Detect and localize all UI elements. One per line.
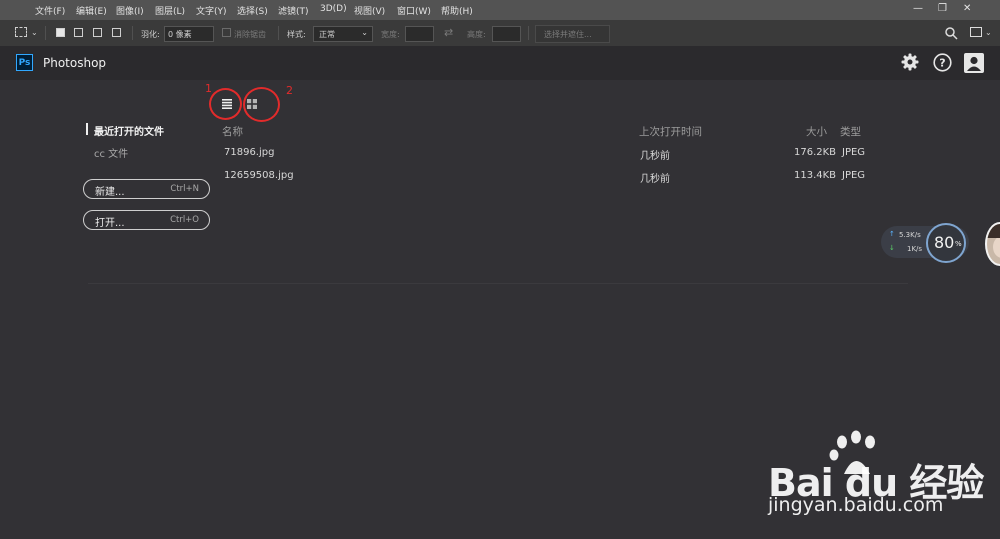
feather-input[interactable]: 0 像素 [164, 26, 214, 42]
avatar-face [993, 236, 1000, 258]
select-and-mask-button[interactable]: 选择并遮住... [535, 25, 610, 43]
download-speed: 1K/s [907, 245, 923, 253]
style-select[interactable]: 正常 ⌄ [313, 26, 373, 42]
menu-edit[interactable]: 编辑(E) [76, 4, 107, 17]
menu-help[interactable]: 帮助(H) [441, 4, 473, 17]
file-size: 176.2KB [794, 147, 837, 158]
open-button[interactable]: 打开... Ctrl+O [83, 210, 210, 230]
options-bar: ⌄ 羽化: 0 像素 消除锯齿 样式: 正常 ⌄ 宽度: ⇄ 高度: 选择并遮住… [0, 20, 1000, 47]
antialias-label: 消除锯齿 [234, 30, 266, 39]
upload-arrow-icon: ↑ [889, 230, 895, 238]
download-arrow-icon: ↓ [889, 244, 895, 252]
menu-file[interactable]: 文件(F) [35, 4, 65, 17]
add-selection-icon[interactable] [74, 28, 83, 37]
open-button-label: 打开... [95, 218, 125, 229]
memory-gauge[interactable]: 80 % [926, 223, 966, 263]
close-button[interactable]: ✕ [963, 3, 971, 14]
height-input[interactable] [492, 26, 521, 42]
file-type: JPEG [842, 170, 866, 181]
divider [45, 26, 46, 40]
sidebar-item-recent[interactable]: 最近打开的文件 [94, 123, 164, 138]
feather-value: 0 像素 [168, 30, 192, 39]
width-label: 宽度: [381, 30, 400, 39]
new-button-label: 新建... [95, 187, 125, 198]
active-indicator [86, 123, 88, 135]
annotation-ring-2 [243, 87, 280, 122]
new-shortcut: Ctrl+N [170, 184, 199, 194]
gauge-percent: 80 [934, 233, 955, 252]
menu-bar: 文件(F) 编辑(E) 图像(I) 图层(L) 文字(Y) 选择(S) 滤镜(T… [0, 0, 1000, 20]
menu-image[interactable]: 图像(I) [116, 4, 144, 17]
svg-text:?: ? [939, 57, 945, 70]
table-row[interactable]: 12659508.jpg 几秒前 113.4KB JPEG [218, 166, 868, 186]
annotation-label-2: 2 [286, 84, 293, 97]
new-selection-icon[interactable] [56, 28, 65, 37]
file-name: 71896.jpg [224, 147, 275, 158]
avatar[interactable] [985, 222, 1000, 266]
height-label: 高度: [467, 30, 486, 39]
menu-filter[interactable]: 滤镜(T) [278, 4, 309, 17]
column-header-opened[interactable]: 上次打开时间 [639, 124, 702, 139]
minimize-button[interactable]: — [913, 3, 923, 14]
column-header-size[interactable]: 大小 [806, 124, 827, 139]
menu-view[interactable]: 视图(V) [354, 4, 385, 17]
annotation-label-1: 1 [205, 82, 212, 95]
workspace-icon[interactable] [970, 27, 982, 37]
menu-window[interactable]: 窗口(W) [397, 4, 431, 17]
chevron-down-icon[interactable]: ⌄ [31, 28, 38, 37]
watermark-url: jingyan.baidu.com [768, 494, 944, 516]
file-opened: 几秒前 [640, 151, 670, 162]
chevron-down-icon: ⌄ [361, 28, 368, 37]
restore-button[interactable]: ❐ [938, 3, 947, 14]
swap-icon[interactable]: ⇄ [444, 26, 453, 39]
file-opened: 几秒前 [640, 174, 670, 185]
new-button[interactable]: 新建... Ctrl+N [83, 179, 210, 199]
intersect-selection-icon[interactable] [112, 28, 121, 37]
column-header-name[interactable]: 名称 [222, 124, 243, 139]
column-header-type[interactable]: 类型 [840, 124, 861, 139]
divider [278, 26, 279, 40]
file-size: 113.4KB [794, 170, 837, 181]
start-header: Ps Photoshop ? [0, 46, 1000, 80]
menu-layer[interactable]: 图层(L) [155, 4, 185, 17]
divider [132, 26, 133, 40]
open-shortcut: Ctrl+O [170, 215, 199, 225]
help-icon[interactable]: ? [933, 53, 952, 72]
file-name: 12659508.jpg [224, 170, 294, 181]
menu-type[interactable]: 文字(Y) [196, 4, 227, 17]
search-icon[interactable] [944, 26, 958, 40]
menu-select[interactable]: 选择(S) [237, 4, 268, 17]
antialias-checkbox[interactable] [222, 28, 231, 37]
marquee-tool-icon[interactable] [15, 27, 27, 37]
upload-speed: 5.3K/s [899, 231, 921, 239]
gear-icon[interactable] [901, 53, 919, 71]
divider [528, 26, 529, 40]
width-input[interactable] [405, 26, 434, 42]
style-value: 正常 [319, 30, 335, 39]
style-label: 样式: [287, 30, 306, 39]
file-type: JPEG [842, 147, 866, 158]
sidebar-item-cc-files[interactable]: cc 文件 [94, 145, 128, 160]
select-and-mask-label: 选择并遮住... [544, 30, 592, 39]
annotation-ring-1 [209, 88, 242, 120]
table-row[interactable]: 71896.jpg 几秒前 176.2KB JPEG [218, 143, 868, 163]
menu-3d[interactable]: 3D(D) [320, 4, 347, 14]
app-title: Photoshop [43, 56, 107, 70]
chevron-down-icon[interactable]: ⌄ [985, 28, 992, 37]
content-divider [88, 283, 908, 284]
gauge-percent-unit: % [955, 240, 962, 248]
feather-label: 羽化: [141, 30, 160, 39]
subtract-selection-icon[interactable] [93, 28, 102, 37]
user-avatar-icon[interactable] [964, 53, 984, 73]
photoshop-logo: Ps [16, 54, 33, 71]
avatar-hair [987, 224, 1000, 238]
